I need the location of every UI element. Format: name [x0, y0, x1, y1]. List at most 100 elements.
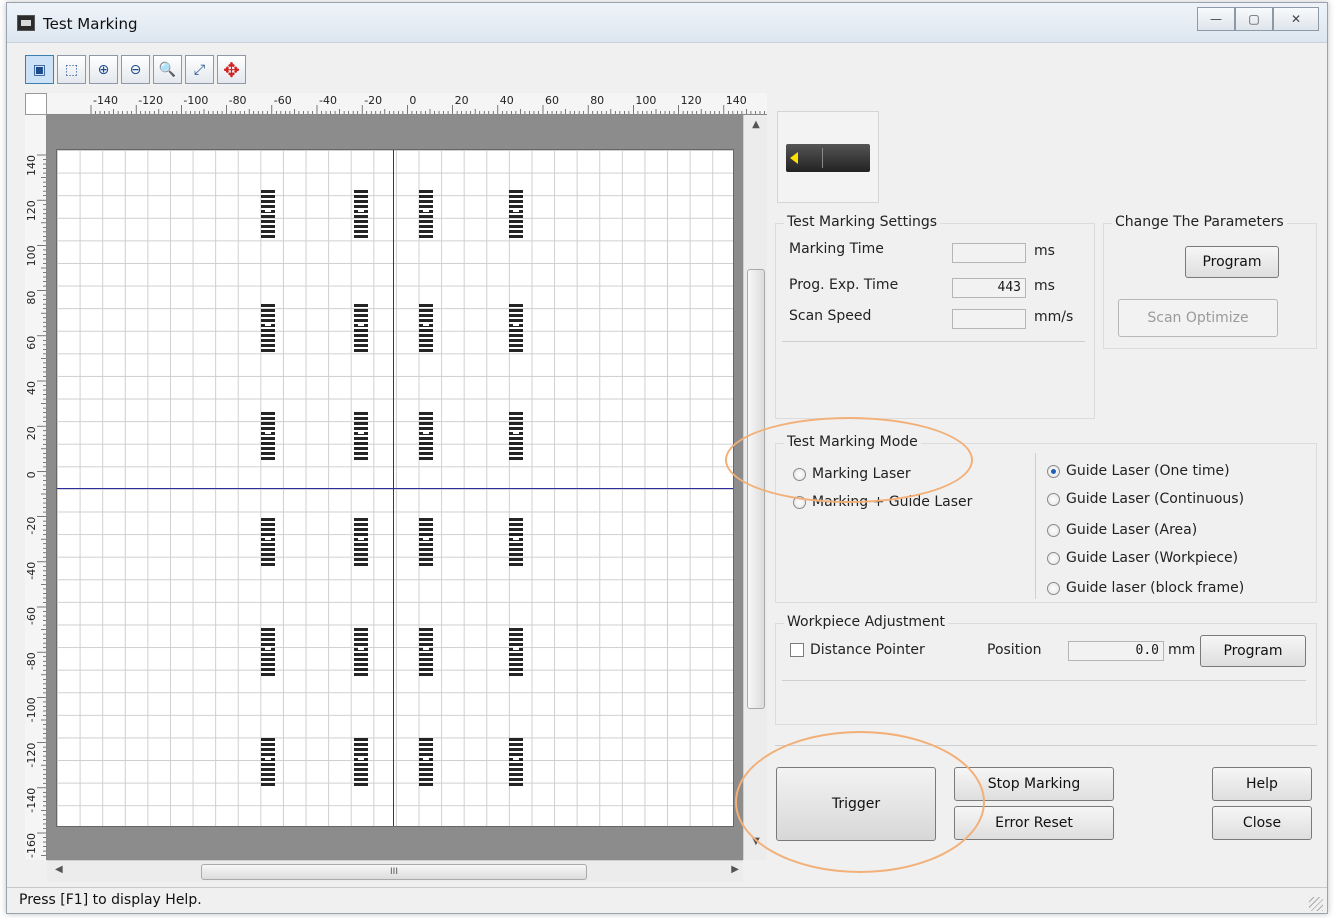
radio-dot-selected [1047, 464, 1060, 478]
position-label: Position [987, 642, 1042, 658]
distance-pointer-checkbox[interactable]: Distance Pointer [790, 642, 925, 658]
radio-label: Guide Laser (Continuous) [1066, 491, 1245, 507]
horizontal-scrollbar[interactable]: ◀ III ▶ [47, 860, 743, 882]
marking-block[interactable] [261, 304, 275, 352]
guide-laser-workpiece-radio[interactable]: Guide Laser (Workpiece) [1047, 550, 1238, 566]
radio-label: Guide Laser (Area) [1066, 522, 1198, 538]
ruler-label: -100 [183, 94, 208, 107]
ruler-label: -60 [25, 607, 38, 625]
zoom-window-icon[interactable]: 🔍 [153, 55, 182, 84]
marking-block[interactable] [419, 738, 433, 786]
marking-block[interactable] [509, 628, 523, 676]
marking-block[interactable] [261, 518, 275, 566]
restore-button[interactable]: ▢ [1235, 7, 1273, 31]
fit-icon[interactable]: ▣ [25, 55, 54, 84]
radio-dot [1047, 492, 1060, 506]
ruler-label: -140 [93, 94, 118, 107]
ruler-label: 80 [25, 291, 38, 305]
ruler-label: 100 [635, 94, 656, 107]
mode-separator [1035, 453, 1036, 599]
scan-optimize-button[interactable]: Scan Optimize [1118, 299, 1278, 337]
close-window-button[interactable]: ✕ [1273, 7, 1319, 31]
marking-block[interactable] [419, 304, 433, 352]
marking-time-field[interactable] [952, 243, 1026, 263]
radio-dot [1047, 551, 1060, 565]
resize-grip[interactable] [1309, 897, 1323, 911]
radio-label: Guide laser (block frame) [1066, 580, 1245, 596]
status-bar: Press [F1] to display Help. [7, 887, 1327, 913]
ruler-label: 20 [25, 426, 38, 440]
marking-block[interactable] [354, 304, 368, 352]
zoom-in-icon[interactable]: ⊕ [89, 55, 118, 84]
prog-exp-field[interactable]: 443 [952, 278, 1026, 298]
workpiece-title: Workpiece Adjustment [784, 614, 948, 630]
close-button[interactable]: Close [1212, 806, 1312, 840]
marking-time-label: Marking Time [789, 241, 884, 257]
ruler-label: -60 [274, 94, 292, 107]
marking-block[interactable] [261, 190, 275, 238]
marking-block[interactable] [354, 190, 368, 238]
marking-block[interactable] [509, 738, 523, 786]
window-title: Test Marking [43, 15, 138, 33]
checkbox-label: Distance Pointer [810, 642, 925, 658]
guide-laser-block-frame-radio[interactable]: Guide laser (block frame) [1047, 580, 1244, 596]
zoom-reset-icon[interactable]: ⤢ [185, 55, 214, 84]
parameters-program-button[interactable]: Program [1185, 246, 1279, 278]
position-field[interactable]: 0.0 [1068, 641, 1164, 661]
settings-separator [782, 341, 1085, 342]
marking-canvas[interactable] [56, 149, 734, 827]
ruler-label: -20 [25, 517, 38, 535]
marking-block[interactable] [509, 518, 523, 566]
prog-exp-unit: ms [1034, 278, 1055, 294]
marking-block[interactable] [419, 628, 433, 676]
scan-speed-field[interactable] [952, 309, 1026, 329]
app-icon [17, 15, 35, 31]
horizontal-ruler: -140 -120 -100 -80 -60 -40 -20 0 20 40 60 80 100 120 1… [47, 93, 767, 115]
marking-block[interactable] [261, 628, 275, 676]
horizontal-scroll-thumb[interactable]: III [201, 864, 587, 880]
marking-block[interactable] [354, 628, 368, 676]
marking-block[interactable] [354, 738, 368, 786]
marking-block[interactable] [509, 304, 523, 352]
marking-block[interactable] [354, 518, 368, 566]
mode-highlight-ellipse [725, 417, 973, 503]
radio-label: Guide Laser (One time) [1066, 463, 1230, 479]
ruler-label: 80 [590, 94, 604, 107]
scroll-right-icon[interactable]: ▶ [731, 864, 739, 875]
scan-speed-unit: mm/s [1034, 309, 1074, 325]
guide-laser-continuous-radio[interactable]: Guide Laser (Continuous) [1047, 491, 1244, 507]
ruler-label: 120 [681, 94, 702, 107]
help-button[interactable]: Help [1212, 767, 1312, 801]
marking-block[interactable] [509, 412, 523, 460]
ruler-label: -80 [25, 652, 38, 670]
marking-block[interactable] [419, 190, 433, 238]
marking-block[interactable] [261, 738, 275, 786]
ruler-label: -80 [229, 94, 247, 107]
marking-block[interactable] [419, 412, 433, 460]
marking-block[interactable] [509, 190, 523, 238]
ruler-label: 0 [25, 471, 38, 478]
marking-block[interactable] [261, 412, 275, 460]
guide-laser-one-time-radio[interactable]: Guide Laser (One time) [1047, 463, 1230, 479]
marking-block[interactable] [419, 518, 433, 566]
status-text: Press [F1] to display Help. [19, 892, 202, 908]
marking-time-unit: ms [1034, 243, 1055, 259]
scan-speed-label: Scan Speed [789, 308, 872, 324]
scroll-left-icon[interactable]: ◀ [55, 864, 63, 875]
scroll-up-icon[interactable]: ▲ [744, 119, 768, 139]
workpiece-program-button[interactable]: Program [1200, 635, 1306, 667]
move-icon[interactable]: ✥ [217, 55, 246, 84]
ruler-label: 20 [455, 94, 469, 107]
ruler-label: -120 [25, 743, 38, 768]
select-area-icon[interactable]: ⬚ [57, 55, 86, 84]
vertical-ruler: 140 120 100 80 60 40 20 0 -20 -40 -60 -80 -100 -120 -1… [25, 115, 47, 860]
zoom-out-icon[interactable]: ⊖ [121, 55, 150, 84]
guide-laser-area-radio[interactable]: Guide Laser (Area) [1047, 522, 1197, 538]
test-marking-window: Test Marking — ▢ ✕ ▣ ⬚ ⊕ ⊖ 🔍 ⤢ ✥ -140 -12… [6, 2, 1328, 914]
settings-title: Test Marking Settings [784, 214, 941, 230]
ruler-label: 100 [25, 245, 38, 266]
marking-block[interactable] [354, 412, 368, 460]
minimize-button[interactable]: — [1197, 7, 1235, 31]
ruler-label: -140 [25, 788, 38, 813]
radio-label: Guide Laser (Workpiece) [1066, 550, 1239, 566]
